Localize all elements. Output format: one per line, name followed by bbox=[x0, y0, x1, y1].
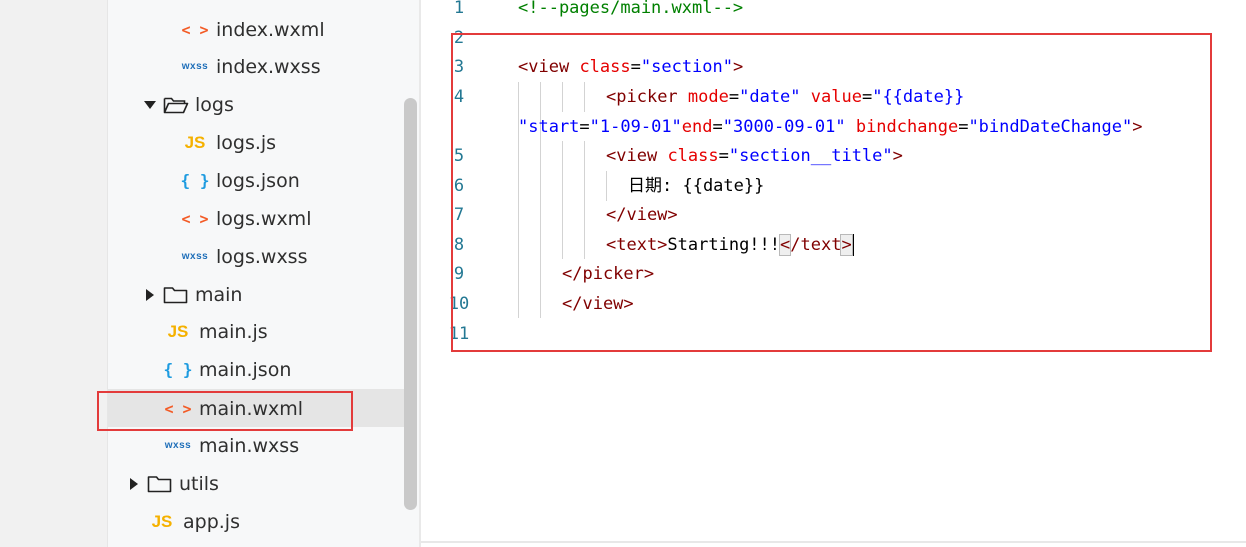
file-label: logs.wxss bbox=[216, 245, 308, 268]
code-comment: <!--pages/main.wxml--> bbox=[518, 0, 744, 18]
file-logs-json[interactable]: { } logs.json bbox=[180, 161, 300, 199]
folder-icon bbox=[147, 474, 173, 494]
file-logs-wxml[interactable]: < > logs.wxml bbox=[180, 199, 311, 237]
folder-label: logs bbox=[195, 93, 234, 116]
file-main-js[interactable]: JS main.js bbox=[163, 312, 268, 350]
line-number: 1 bbox=[453, 0, 465, 18]
file-logs-wxss[interactable]: wxss logs.wxss bbox=[180, 237, 308, 275]
file-label: main.js bbox=[199, 320, 268, 343]
file-index-wxml[interactable]: < > index.wxml bbox=[180, 10, 325, 48]
js-icon: JS bbox=[167, 321, 189, 341]
wxss-icon: wxss bbox=[181, 250, 209, 262]
file-label: logs.wxml bbox=[216, 207, 312, 230]
folder-icon bbox=[163, 285, 189, 305]
folder-main[interactable]: main bbox=[143, 275, 242, 313]
file-highlight-box bbox=[97, 391, 353, 431]
wxss-icon: wxss bbox=[164, 439, 192, 451]
file-app-js[interactable]: JS app.js bbox=[147, 502, 240, 540]
file-index-wxss[interactable]: wxss index.wxss bbox=[180, 47, 321, 85]
activity-bar bbox=[0, 0, 107, 547]
chevron-right-icon[interactable] bbox=[143, 288, 157, 302]
file-label: main.json bbox=[199, 358, 292, 381]
folder-label: utils bbox=[179, 472, 219, 495]
folder-utils[interactable]: utils bbox=[127, 464, 219, 502]
folder-logs[interactable]: logs bbox=[143, 85, 234, 123]
wxss-icon: wxss bbox=[181, 60, 209, 72]
file-label: app.js bbox=[183, 510, 240, 533]
json-icon: { } bbox=[163, 359, 193, 379]
file-main-wxss[interactable]: wxss main.wxss bbox=[163, 426, 299, 464]
folder-open-icon bbox=[163, 95, 189, 115]
file-main-json[interactable]: { } main.json bbox=[163, 350, 292, 388]
file-logs-js[interactable]: JS logs.js bbox=[180, 123, 277, 161]
json-icon: { } bbox=[180, 170, 210, 190]
editor-bottom-border bbox=[421, 541, 1246, 543]
file-label: logs.json bbox=[216, 169, 300, 192]
code-line-1: <!--pages/main.wxml--> bbox=[518, 0, 743, 23]
wxml-icon: < > bbox=[181, 20, 209, 39]
file-label: index.wxml bbox=[216, 18, 325, 41]
wxml-icon: < > bbox=[181, 209, 209, 228]
folder-label: main bbox=[195, 283, 243, 306]
file-label: main.wxss bbox=[199, 434, 300, 457]
chevron-down-icon[interactable] bbox=[143, 98, 157, 112]
js-icon: JS bbox=[151, 511, 173, 531]
file-label: index.wxss bbox=[216, 55, 321, 78]
file-label: logs.js bbox=[216, 131, 277, 154]
code-highlight-box bbox=[451, 33, 1212, 352]
js-icon: JS bbox=[184, 132, 206, 152]
explorer-scrollbar[interactable] bbox=[404, 98, 417, 510]
chevron-right-icon[interactable] bbox=[127, 477, 141, 491]
